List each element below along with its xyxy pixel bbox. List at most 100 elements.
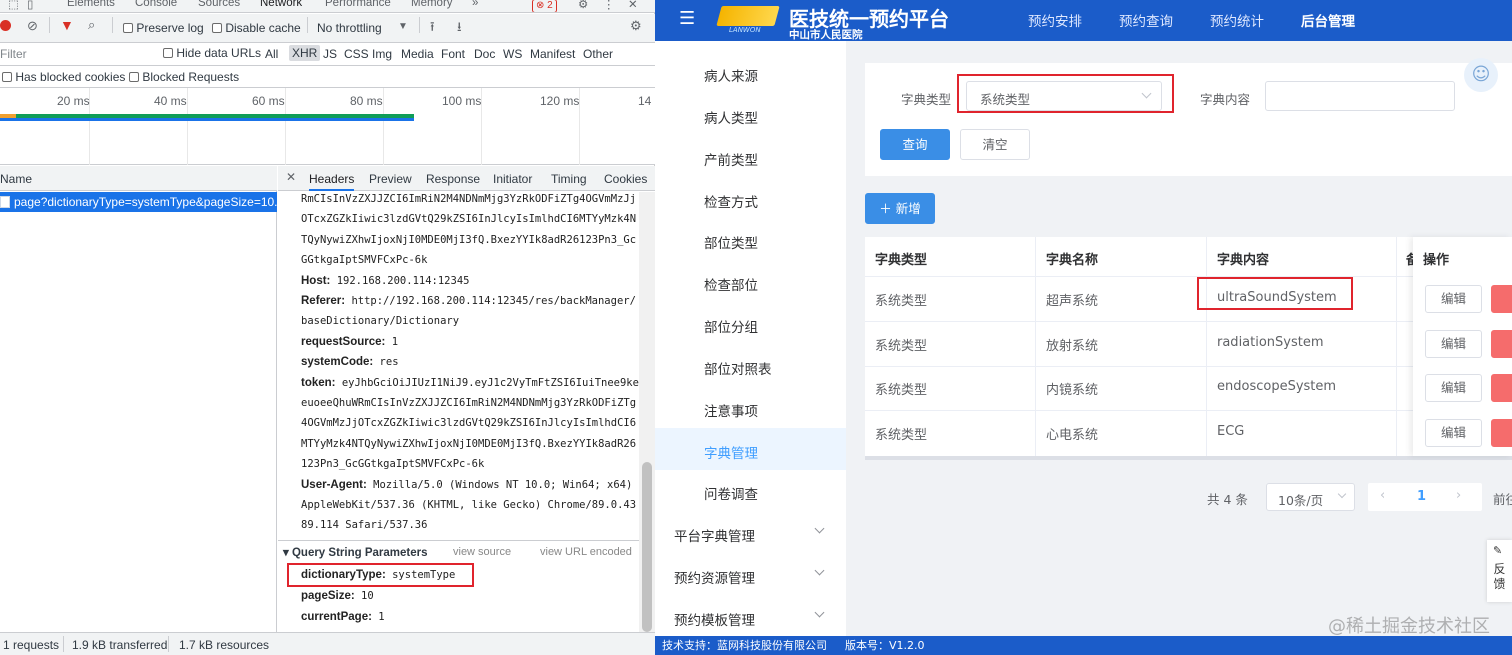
view-url-encoded-link[interactable]: view URL encoded xyxy=(540,546,632,558)
menu-hamburger-icon[interactable]: ☰ xyxy=(679,8,695,29)
hide-data-urls-checkbox[interactable]: Hide data URLs xyxy=(163,46,261,60)
user-avatar[interactable]: ☺ xyxy=(1464,58,1498,92)
filter-type-all[interactable]: All xyxy=(265,47,278,61)
has-blocked-cookies-checkbox[interactable]: Has blocked cookies xyxy=(2,70,125,84)
disable-cache-checkbox[interactable]: Disable cache xyxy=(212,21,301,35)
filter-type-img[interactable]: Img xyxy=(372,47,392,61)
timeline-overview[interactable]: 20 ms 40 ms 60 ms 80 ms 100 ms 120 ms 14 xyxy=(0,88,655,165)
edit-button[interactable]: 编辑 xyxy=(1425,374,1482,403)
sidebar-item-exam-method[interactable]: 检查方式 xyxy=(704,191,758,211)
delete-button[interactable] xyxy=(1491,419,1512,448)
header-line: GGtkgaIptSMVFCxPc-6k xyxy=(301,254,427,266)
tab-network[interactable]: Network xyxy=(260,0,302,9)
sidebar-item-exam-part[interactable]: 检查部位 xyxy=(704,274,758,294)
filter-type-css[interactable]: CSS xyxy=(344,47,369,61)
sidebar-item-body-part-type[interactable]: 部位类型 xyxy=(704,232,758,252)
record-icon[interactable] xyxy=(0,20,11,31)
filter-input[interactable]: Filter xyxy=(0,47,27,61)
filter-type-media[interactable]: Media xyxy=(401,47,434,61)
edit-icon: ✎ xyxy=(1493,544,1503,557)
error-badge[interactable]: ⊗ 2 xyxy=(532,0,557,12)
tab-timing[interactable]: Timing xyxy=(551,172,587,186)
tab-elements[interactable]: Elements xyxy=(67,0,115,9)
export-icon[interactable]: ⭳ xyxy=(457,18,462,40)
tab-preview[interactable]: Preview xyxy=(369,172,412,186)
sidebar-item-dictionary-management[interactable]: 字典管理 xyxy=(704,442,758,462)
sidebar-item-prenatal-type[interactable]: 产前类型 xyxy=(704,149,758,169)
more-options-icon[interactable]: ⋮ xyxy=(603,0,615,11)
clear-button[interactable]: 清空 xyxy=(960,129,1030,160)
delete-button[interactable] xyxy=(1491,285,1512,313)
clear-icon[interactable]: ⊘ xyxy=(27,18,38,34)
tab-console[interactable]: Console xyxy=(135,0,177,9)
sidebar-group-appointment-resources[interactable]: 预约资源管理 xyxy=(674,567,755,587)
sidebar-item-patient-source[interactable]: 病人来源 xyxy=(704,65,758,85)
header-line: Referer: http://192.168.200.114:12345/re… xyxy=(301,295,636,307)
close-devtools-icon[interactable]: ✕ xyxy=(628,0,638,11)
sidebar-item-part-mapping[interactable]: 部位对照表 xyxy=(704,358,772,378)
blocked-requests-checkbox[interactable]: Blocked Requests xyxy=(129,70,239,84)
chevron-down-icon[interactable]: ▼ xyxy=(398,21,408,32)
scrollbar-thumb[interactable] xyxy=(642,462,652,632)
scrollbar-track[interactable] xyxy=(639,192,655,632)
inspect-icon[interactable]: ⬚ xyxy=(8,0,19,11)
edit-button[interactable]: 编辑 xyxy=(1425,329,1482,358)
sidebar-item-patient-type[interactable]: 病人类型 xyxy=(704,107,758,127)
device-toggle-icon[interactable]: ▯ xyxy=(27,0,33,11)
tab-cookies[interactable]: Cookies xyxy=(604,172,647,186)
prev-page-icon[interactable]: ‹ xyxy=(1380,488,1385,503)
filter-type-ws[interactable]: WS xyxy=(503,47,522,61)
header-key: token: xyxy=(301,376,336,389)
sidebar-group-platform-dictionary[interactable]: 平台字典管理 xyxy=(674,525,755,545)
tab-more[interactable]: » xyxy=(472,0,478,9)
request-count: 1 requests xyxy=(3,638,60,652)
filter-type-xhr[interactable]: XHR xyxy=(289,45,321,61)
sidebar-item-notes[interactable]: 注意事项 xyxy=(704,400,758,420)
tab-headers[interactable]: Headers xyxy=(309,172,355,191)
header-line: requestSource: 1 xyxy=(301,336,398,348)
nav-appointment-query[interactable]: 预约查询 xyxy=(1119,10,1173,30)
separator xyxy=(63,636,64,652)
network-settings-gear-icon[interactable]: ⚙ xyxy=(630,18,642,34)
add-button[interactable]: ＋ 新增 xyxy=(865,193,935,224)
filter-type-doc[interactable]: Doc xyxy=(474,47,495,61)
tab-memory[interactable]: Memory xyxy=(411,0,453,9)
timeline-tick: 40 ms xyxy=(154,94,187,108)
settings-gear-icon[interactable]: ⚙ xyxy=(578,0,588,11)
query-string-section-title[interactable]: ▾ Query String Parameters xyxy=(283,545,427,559)
nav-appointment-stats[interactable]: 预约统计 xyxy=(1210,10,1264,30)
next-page-icon[interactable]: › xyxy=(1456,488,1461,503)
filter-type-font[interactable]: Font xyxy=(441,47,465,61)
page-size-select[interactable]: 10条/页 xyxy=(1266,483,1355,511)
filter-type-other[interactable]: Other xyxy=(583,47,613,61)
filter-type-js[interactable]: JS xyxy=(323,47,337,61)
filter-type-manifest[interactable]: Manifest xyxy=(530,47,575,61)
search-icon[interactable]: ⌕ xyxy=(88,17,95,33)
throttling-select[interactable]: No throttling xyxy=(317,21,382,35)
edit-button[interactable]: 编辑 xyxy=(1425,285,1482,313)
edit-button[interactable]: 编辑 xyxy=(1425,419,1482,448)
dict-content-input[interactable] xyxy=(1265,81,1455,111)
delete-button[interactable] xyxy=(1491,374,1512,403)
tab-response[interactable]: Response xyxy=(426,172,480,186)
sidebar-group-appointment-templates[interactable]: 预约模板管理 xyxy=(674,609,755,629)
tab-initiator[interactable]: Initiator xyxy=(493,172,532,186)
filter-icon[interactable]: ▼ xyxy=(60,17,74,33)
preserve-log-checkbox[interactable]: Preserve log xyxy=(123,21,204,35)
feedback-button[interactable]: ✎ 反馈 xyxy=(1487,540,1512,602)
sidebar-item-part-group[interactable]: 部位分组 xyxy=(704,316,758,336)
import-icon[interactable]: ⭱ xyxy=(430,18,435,40)
view-source-link[interactable]: view source xyxy=(453,546,511,558)
sidebar-item-questionnaire[interactable]: 问卷调查 xyxy=(704,483,758,503)
name-column-header[interactable]: Name xyxy=(0,172,32,186)
tab-performance[interactable]: Performance xyxy=(325,0,391,9)
close-detail-icon[interactable]: ✕ xyxy=(286,170,296,184)
header-line: RmCIsInVzZXJJZCI6ImRiN2M4NDNmMjg3YzRkODF… xyxy=(301,193,636,205)
query-button[interactable]: 查询 xyxy=(880,129,950,160)
nav-backend-management[interactable]: 后台管理 xyxy=(1301,10,1355,30)
delete-button[interactable] xyxy=(1491,329,1512,358)
tab-sources[interactable]: Sources xyxy=(198,0,240,9)
current-page[interactable]: 1 xyxy=(1417,489,1426,504)
request-row-selected[interactable]: page?dictionaryType=systemType&pageSize=… xyxy=(0,192,284,212)
nav-appointment-schedule[interactable]: 预约安排 xyxy=(1028,10,1082,30)
